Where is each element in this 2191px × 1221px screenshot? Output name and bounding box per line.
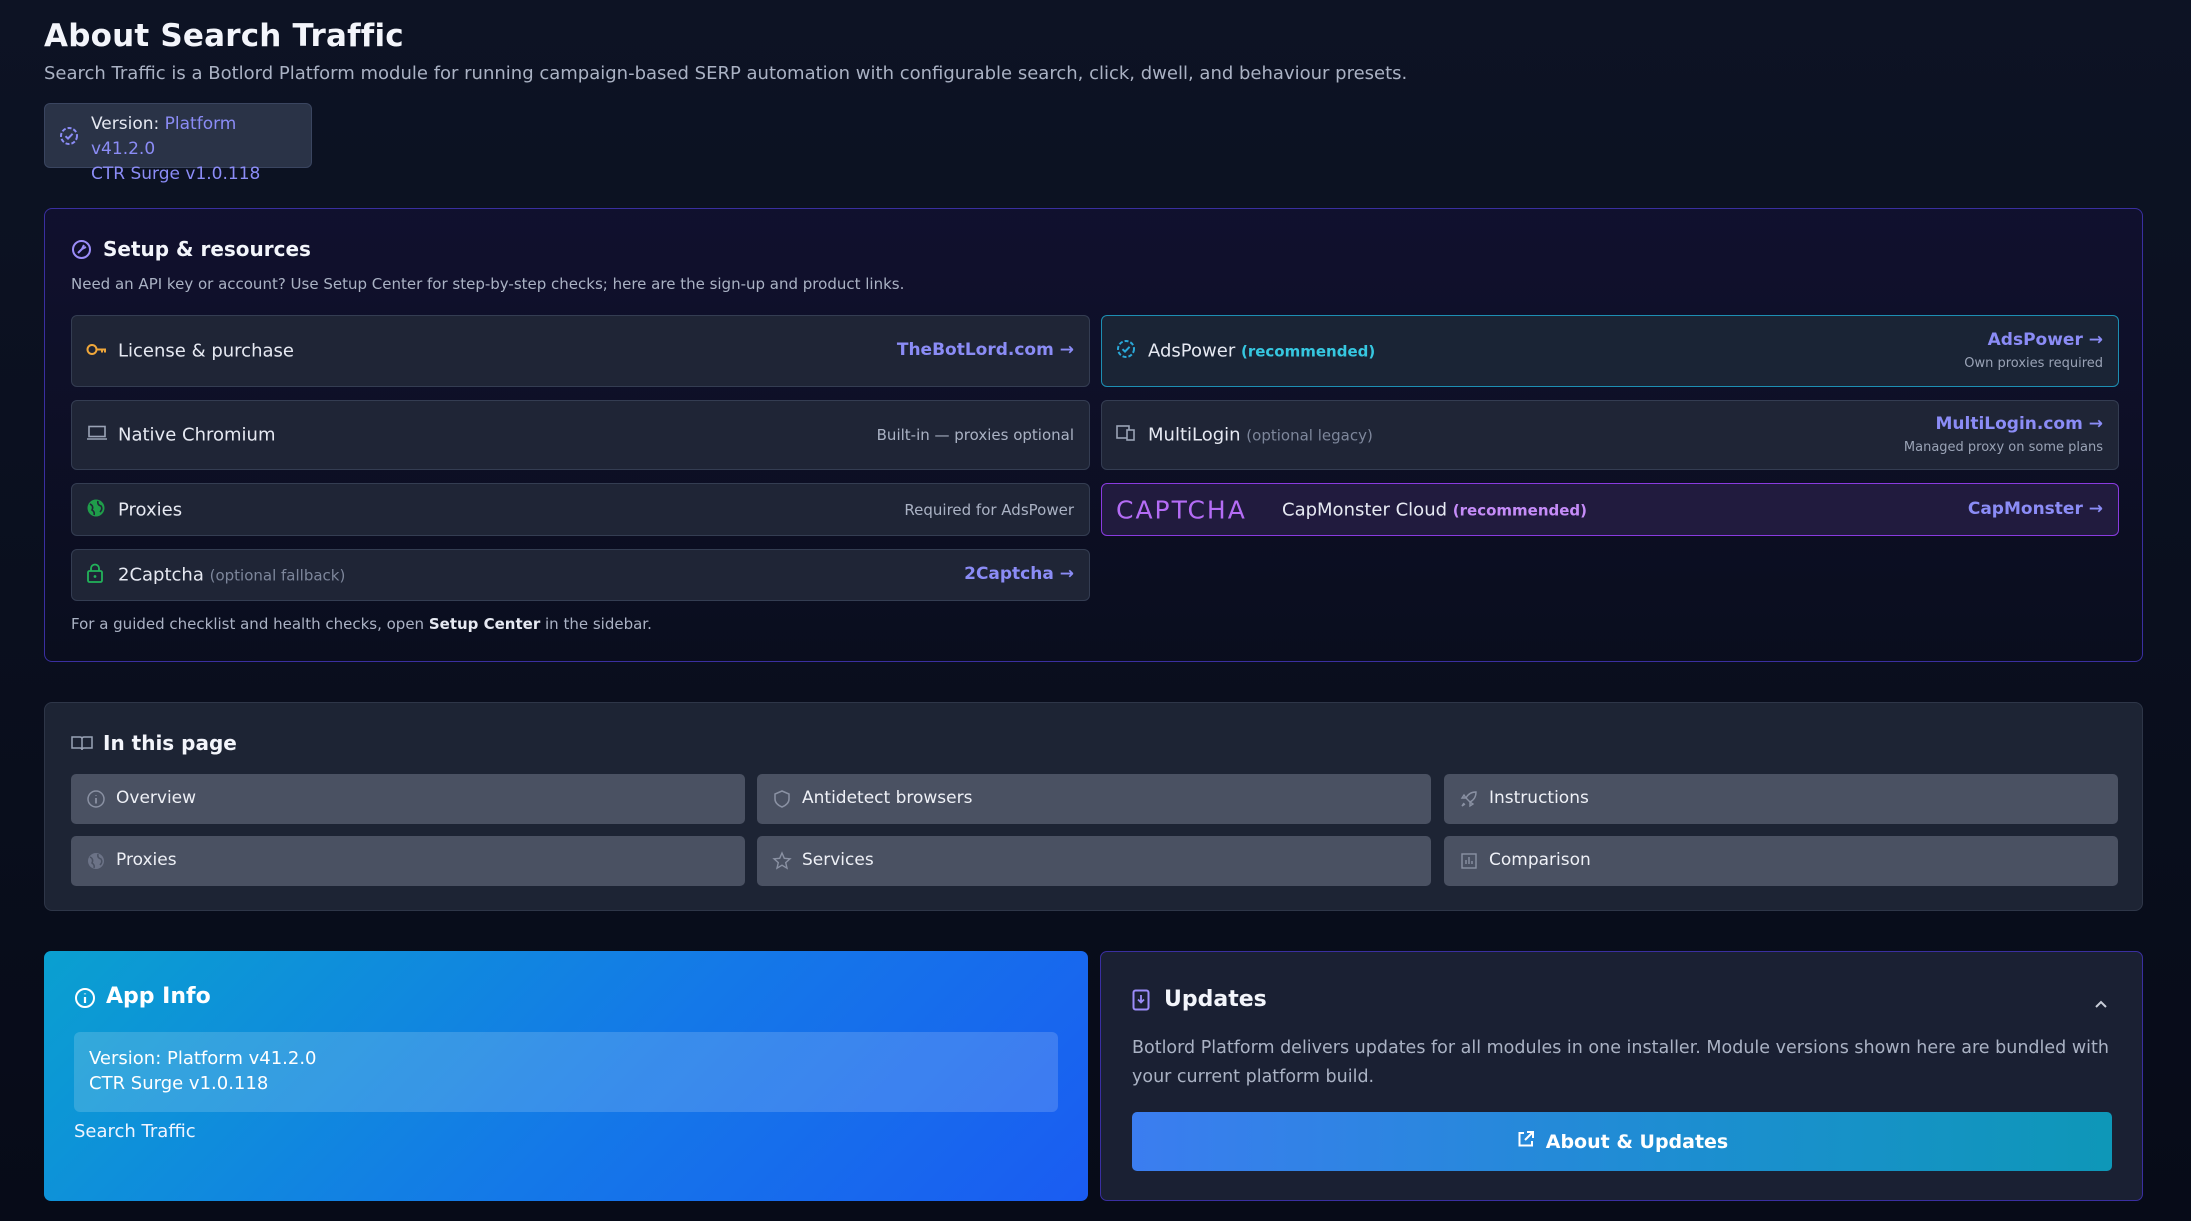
optional-legacy-note: (optional legacy) — [1246, 426, 1373, 445]
version-label: Version: — [91, 114, 160, 134]
laptop-icon — [86, 425, 108, 445]
shield-icon — [772, 789, 792, 813]
app-info-panel: App Info Version: Platform v41.2.0 CTR S… — [44, 951, 1088, 1201]
proxies-note: Required for AdsPower — [904, 500, 1074, 519]
capmonster-label: CapMonster Cloud (recommended) — [1282, 499, 1587, 520]
footer-suffix: in the sidebar. — [545, 615, 652, 633]
page-subtitle: Search Traffic is a Botlord Platform mod… — [44, 63, 1408, 84]
setup-resources-panel: Setup & resources Need an API key or acc… — [44, 208, 2143, 662]
app-info-module-name: Search Traffic — [74, 1121, 196, 1142]
app-info-platform-version: Version: Platform v41.2.0 — [89, 1048, 317, 1069]
toc-label: Overview — [116, 788, 197, 808]
toc-label: Services — [802, 850, 874, 870]
book-icon — [71, 735, 93, 755]
adspower-link[interactable]: AdsPower → — [1988, 330, 2103, 350]
globe-icon — [86, 498, 106, 522]
toc-item-instructions[interactable]: Instructions — [1444, 774, 2118, 824]
about-updates-button[interactable]: About & Updates — [1132, 1112, 2112, 1171]
download-icon — [1132, 989, 1150, 1015]
multilogin-link[interactable]: MultiLogin.com → — [1935, 414, 2103, 434]
twocaptcha-card[interactable]: 2Captcha (optional fallback) 2Captcha → — [71, 549, 1090, 601]
capmonster-card[interactable]: CAPTCHA CapMonster Cloud (recommended) C… — [1101, 483, 2119, 536]
app-info-version-box: Version: Platform v41.2.0 CTR Surge v1.0… — [74, 1032, 1058, 1112]
recommended-badge: (recommended) — [1240, 342, 1376, 361]
info-icon — [86, 789, 106, 813]
updates-panel: Updates Botlord Platform delivers update… — [1100, 951, 2143, 1201]
toc-label: Antidetect browsers — [802, 788, 973, 808]
globe-icon — [86, 851, 106, 875]
version-badge: Version: Platform v41.2.0 CTR Surge v1.0… — [44, 103, 312, 184]
check-circle-icon — [1116, 339, 1136, 363]
check-circle-icon — [59, 126, 79, 154]
twocaptcha-name: 2Captcha — [118, 564, 204, 586]
setup-footer-note: For a guided checklist and health checks… — [71, 615, 652, 633]
footer-prefix: For a guided checklist and health checks… — [71, 615, 425, 633]
recommended-badge: (recommended) — [1452, 501, 1588, 519]
app-info-title: App Info — [106, 984, 211, 1009]
toc-item-services[interactable]: Services — [757, 836, 1431, 886]
setup-center-mention: Setup Center — [428, 615, 541, 633]
capmonster-link[interactable]: CapMonster → — [1968, 499, 2103, 519]
license-label: License & purchase — [118, 340, 294, 362]
thebotlord-link[interactable]: TheBotLord.com → — [897, 340, 1074, 360]
lock-icon — [86, 563, 104, 587]
toc-label: Instructions — [1489, 788, 1589, 808]
adspower-sub: Own proxies required — [1964, 356, 2103, 371]
adspower-name: AdsPower — [1148, 340, 1236, 362]
proxies-card[interactable]: Proxies Required for AdsPower — [71, 483, 1090, 536]
chromium-label: Native Chromium — [118, 424, 276, 446]
toc-item-overview[interactable]: Overview — [71, 774, 745, 824]
toc-label: Comparison — [1489, 850, 1591, 870]
info-icon — [74, 987, 96, 1013]
proxies-label: Proxies — [118, 499, 183, 520]
toc-item-antidetect-browsers[interactable]: Antidetect browsers — [757, 774, 1431, 824]
about-updates-label: About & Updates — [1545, 1130, 1729, 1153]
multilogin-sub: Managed proxy on some plans — [1903, 440, 2103, 455]
key-icon — [86, 342, 108, 361]
chromium-card[interactable]: Native Chromium Built-in — proxies optio… — [71, 400, 1090, 470]
toc-item-proxies[interactable]: Proxies — [71, 836, 745, 886]
devices-icon — [1116, 424, 1136, 446]
adspower-label: AdsPower (recommended) — [1148, 341, 1375, 362]
updates-title: Updates — [1164, 987, 1267, 1012]
rocket-icon — [1459, 789, 1479, 813]
in-this-page-panel: In this page Overview Antidetect browser… — [44, 702, 2143, 911]
multilogin-card[interactable]: MultiLogin (optional legacy) MultiLogin.… — [1101, 400, 2119, 470]
captcha-logo: CAPTCHA — [1116, 495, 1247, 524]
twocaptcha-label: 2Captcha (optional fallback) — [118, 565, 345, 586]
setup-description: Need an API key or account? Use Setup Ce… — [71, 275, 905, 293]
module-version: CTR Surge v1.0.118 — [91, 164, 261, 184]
optional-fallback-note: (optional fallback) — [209, 566, 346, 585]
toc-item-comparison[interactable]: Comparison — [1444, 836, 2118, 886]
updates-description: Botlord Platform delivers updates for al… — [1132, 1038, 2109, 1087]
page-title: About Search Traffic — [44, 18, 404, 54]
app-info-module-version: CTR Surge v1.0.118 — [89, 1073, 269, 1094]
chromium-note: Built-in — proxies optional — [876, 426, 1074, 444]
multilogin-name: MultiLogin — [1148, 424, 1241, 446]
capmonster-name: CapMonster Cloud — [1282, 499, 1448, 520]
star-icon — [772, 851, 792, 875]
setup-icon — [71, 239, 92, 264]
table-icon — [1459, 851, 1479, 875]
twocaptcha-link[interactable]: 2Captcha → — [964, 564, 1074, 584]
license-card[interactable]: License & purchase TheBotLord.com → — [71, 315, 1090, 387]
toc-title: In this page — [103, 731, 237, 755]
external-link-icon — [1516, 1129, 1536, 1154]
toc-label: Proxies — [116, 850, 177, 870]
adspower-card[interactable]: AdsPower (recommended) AdsPower → Own pr… — [1101, 315, 2119, 387]
chevron-up-icon[interactable] — [2094, 994, 2108, 1013]
multilogin-label: MultiLogin (optional legacy) — [1148, 425, 1373, 446]
setup-title: Setup & resources — [103, 237, 311, 261]
